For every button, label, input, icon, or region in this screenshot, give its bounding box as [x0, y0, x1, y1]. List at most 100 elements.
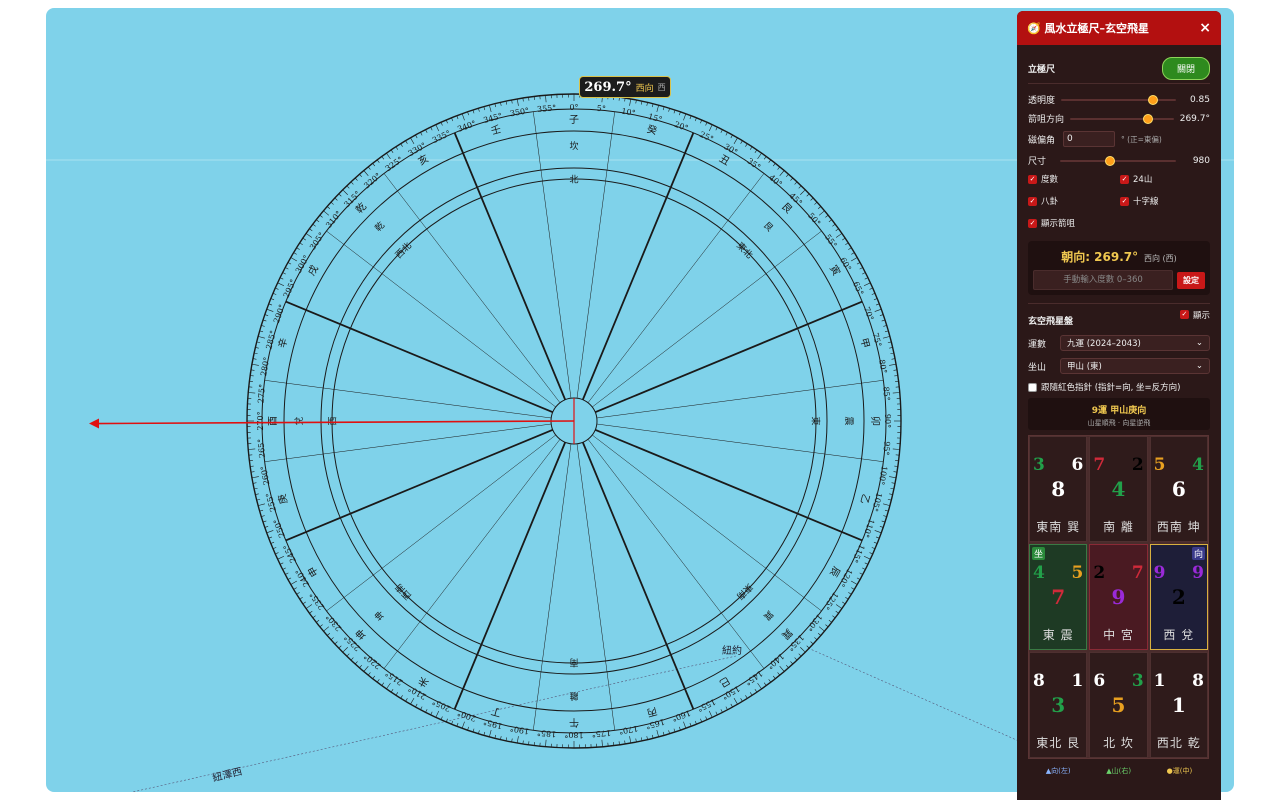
degree-tick: [435, 710, 440, 718]
degree-tick: [772, 163, 776, 167]
degree-tick: [869, 552, 873, 555]
palace-cell: 9 92 西 兌 向: [1149, 544, 1208, 650]
degree-label: 310°: [324, 209, 343, 230]
degree-tick: [287, 262, 292, 265]
crosshair-checkbox[interactable]: ✓ 十字線: [1120, 195, 1159, 207]
degree-tick: [772, 675, 776, 679]
declination-input[interactable]: 0: [1063, 131, 1116, 147]
size-value: 980: [1192, 155, 1210, 166]
opacity-slider[interactable]: [1061, 94, 1176, 105]
degree-tick: [814, 637, 818, 641]
degree-tick: [705, 716, 708, 720]
size-slider[interactable]: [1060, 155, 1176, 166]
degree-tick: [363, 665, 369, 672]
degree-tick: [705, 122, 708, 126]
degree-tick: [862, 567, 866, 570]
sitting-select[interactable]: 甲山 (東) ⌄: [1060, 358, 1210, 374]
degree-tick: [305, 604, 313, 609]
degree-label: 95°: [881, 441, 891, 456]
palace-name: 南 離: [1103, 520, 1134, 534]
degree-tick: [395, 692, 399, 696]
degree-label: 190°: [509, 724, 530, 736]
degree-label: 10°: [621, 107, 637, 118]
close-icon[interactable]: ×: [1199, 20, 1211, 36]
mountain-star: 6: [1071, 455, 1084, 475]
degree-tick: [430, 711, 433, 716]
palace-cell: 3 6 8 東南 巽: [1029, 436, 1088, 542]
degree-label: 185°: [537, 728, 557, 739]
degrees-checkbox[interactable]: ✓ 度數: [1028, 173, 1120, 185]
degree-label: 345°: [482, 111, 503, 125]
degree-tick: [440, 122, 443, 126]
degree-tick: [779, 170, 785, 177]
facing-star: 2: [1093, 563, 1106, 583]
trigram-label: 震: [843, 416, 854, 425]
arrow-direction-slider[interactable]: [1070, 113, 1174, 124]
period-star: 5: [1111, 693, 1126, 717]
mountain-star: 2: [1131, 455, 1144, 475]
mountain-star: 8: [1192, 671, 1204, 691]
degree-tick: [334, 197, 338, 201]
show-flying-star-checkbox[interactable]: ✓ 顯示: [1179, 309, 1210, 321]
degree-label: 220°: [362, 652, 383, 671]
degree-tick: [316, 219, 320, 223]
needle-arrowhead: [89, 418, 100, 429]
toggle-ruler-button[interactable]: 關閉: [1161, 57, 1210, 80]
palace-cell: 6 35 北 坎: [1089, 652, 1148, 758]
degree-label: 115°: [850, 543, 866, 564]
degree-tick: [828, 619, 832, 623]
bagua-checkbox[interactable]: ✓ 八卦: [1028, 195, 1120, 207]
mountain-star: 4: [1192, 455, 1204, 475]
degree-tick: [282, 272, 286, 275]
mountain-star: 1: [1071, 671, 1084, 691]
degree-tick: [601, 739, 603, 747]
24mountains-checkbox[interactable]: ✓ 24山: [1120, 173, 1152, 185]
degree-tick: [279, 277, 284, 280]
bagua-divider: [285, 300, 554, 414]
period-select[interactable]: 九運 (2024–2043) ⌄: [1060, 335, 1210, 351]
period-star: 1: [1171, 693, 1186, 717]
degree-tick: [730, 703, 733, 708]
degree-tick: [293, 252, 297, 255]
mountain-label: 巳: [717, 674, 732, 689]
degree-label: 65°: [851, 280, 865, 297]
degree-tick: [395, 146, 399, 150]
bagua-divider: [453, 132, 567, 401]
degree-tick: [390, 149, 394, 153]
direction-label: 東: [810, 416, 822, 425]
degree-tick: [845, 596, 849, 600]
degree-tick: [277, 555, 285, 560]
degree-tick: [863, 555, 871, 560]
degree-tick: [754, 689, 758, 693]
degree-tick: [786, 664, 789, 668]
palace-name: 中 宮: [1103, 628, 1134, 642]
degree-tick: [354, 661, 358, 665]
set-button[interactable]: 設定: [1177, 271, 1205, 289]
mountain-star: 3: [1131, 671, 1144, 691]
degree-tick: [851, 252, 855, 255]
degree-tick: [763, 682, 767, 686]
period-star: 4: [1111, 477, 1126, 501]
degree-tick: [683, 113, 687, 121]
degree-tick: [350, 181, 354, 185]
degree-tick: [777, 166, 781, 170]
degree-label: 170°: [618, 724, 639, 736]
degree-tick: [856, 262, 861, 265]
degree-tick: [814, 201, 818, 205]
degree-tick: [818, 626, 825, 632]
degree-tick: [871, 292, 876, 295]
degree-tick: [461, 113, 465, 121]
mountain-divider: [264, 423, 552, 462]
mountain-label: 子: [569, 114, 579, 126]
degree-tick: [798, 653, 802, 657]
degree-label: 280°: [259, 356, 271, 377]
show-arrow-checkbox[interactable]: ✓ 顯示箭咀: [1028, 217, 1075, 229]
degree-tick: [545, 95, 547, 103]
manual-degree-input[interactable]: 手動輸入度數 0–360: [1033, 270, 1173, 290]
degree-tick: [296, 247, 300, 250]
degree-tick: [745, 695, 748, 699]
degree-label: 35°: [745, 156, 762, 172]
mountain-divider: [533, 443, 572, 731]
follow-needle-checkbox[interactable]: 跟隨紅色指針 (指針=向, 坐=反方向): [1028, 381, 1180, 393]
degree-tick: [835, 604, 843, 609]
